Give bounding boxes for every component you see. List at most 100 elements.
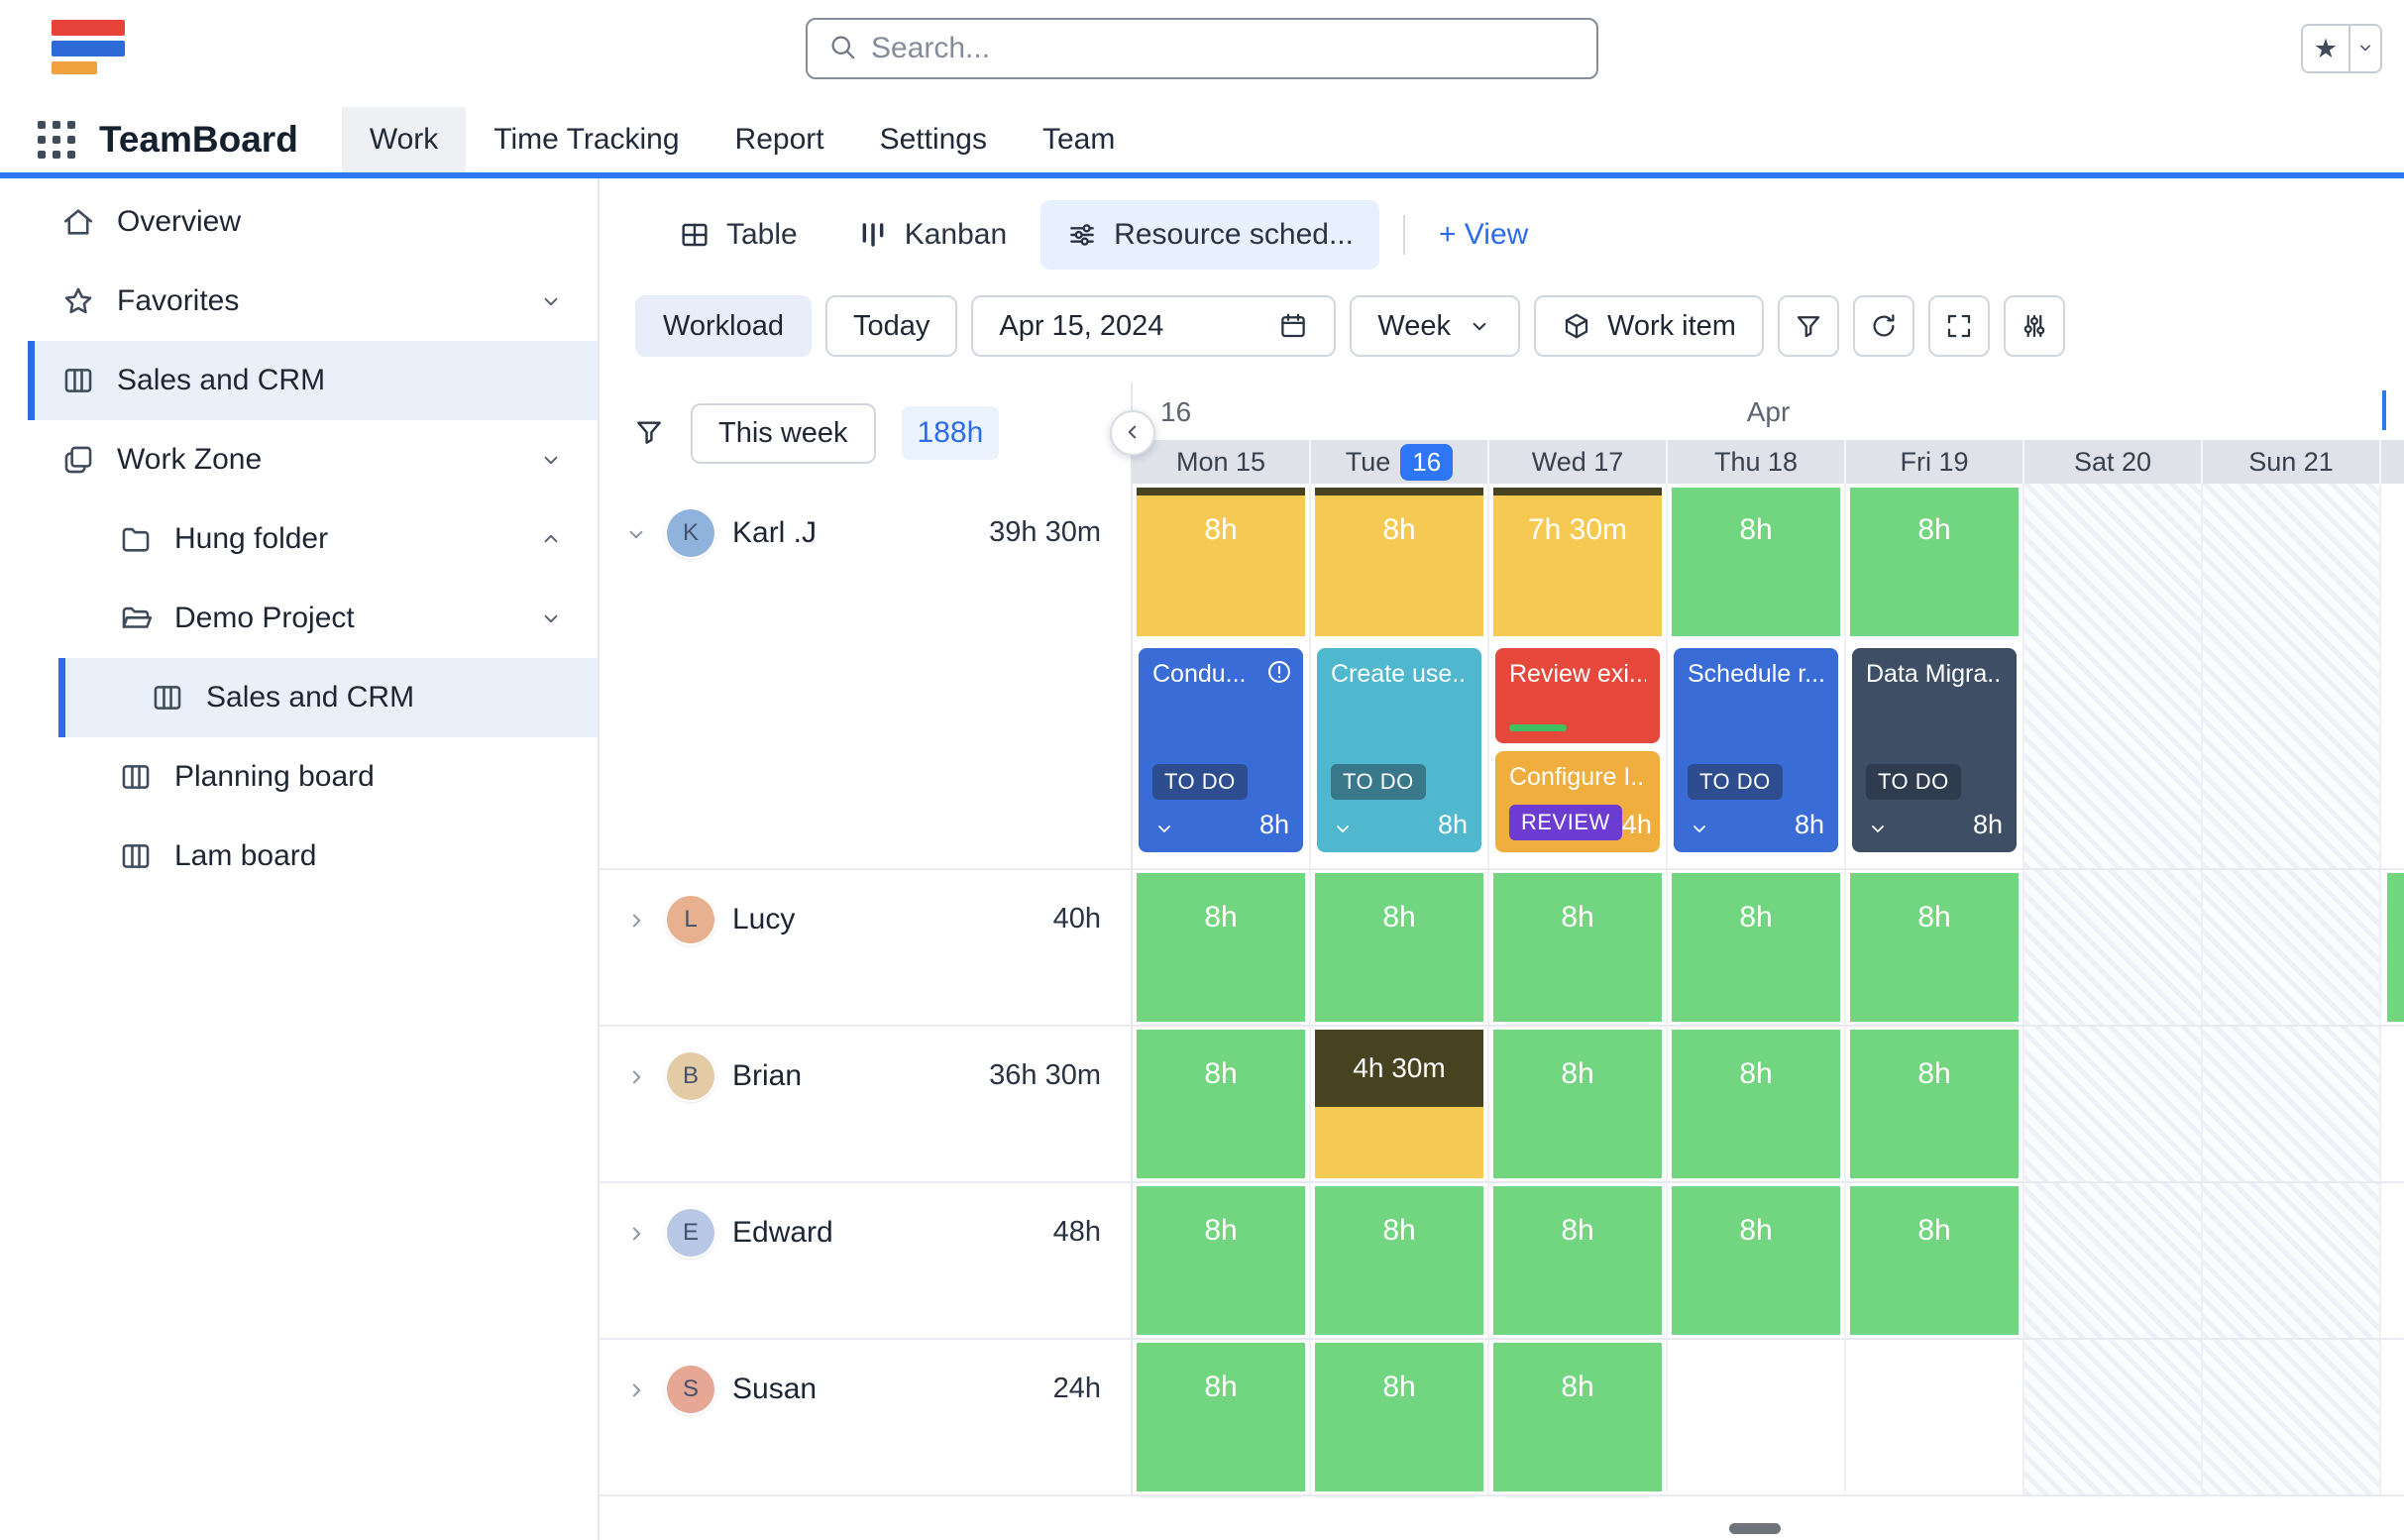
- day-cell-sat: [2024, 870, 2203, 1025]
- workload-bar[interactable]: 8h: [1493, 1343, 1662, 1491]
- calendar-icon: [1278, 311, 1308, 341]
- status-badge: TO DO: [1152, 764, 1248, 800]
- timeline-edge-marker: [2382, 390, 2386, 430]
- chevron-down-icon[interactable]: [1688, 817, 1711, 840]
- work-item-button[interactable]: Work item: [1534, 295, 1764, 357]
- workload-bar[interactable]: 8h: [1672, 873, 1840, 1022]
- nav-tab-report[interactable]: Report: [708, 107, 852, 172]
- view-tab-resource-sched[interactable]: Resource sched...: [1040, 200, 1379, 270]
- sidebar-item-sales-and-crm[interactable]: Sales and CRM: [58, 658, 598, 737]
- resource-row-edward: EEdward48h8h8h8h8h8h: [600, 1183, 2404, 1340]
- workload-bar[interactable]: 8h: [1493, 873, 1662, 1022]
- workload-bar[interactable]: 8h: [1137, 873, 1305, 1022]
- chevron-down-icon[interactable]: [1866, 817, 1890, 840]
- sidebar-item-sales-and-crm[interactable]: Sales and CRM: [28, 341, 598, 420]
- expand-row-chevron[interactable]: [623, 908, 649, 934]
- task-card[interactable]: Create use...TO DO8h: [1317, 648, 1481, 852]
- search-box: [806, 18, 1598, 79]
- workload-bar[interactable]: 8h: [1850, 1186, 2019, 1335]
- workload-bar[interactable]: 8h: [1315, 873, 1483, 1022]
- workload-bar[interactable]: 8h: [1493, 1186, 1662, 1335]
- workload-button[interactable]: Workload: [635, 295, 812, 357]
- fullscreen-button[interactable]: [1928, 295, 1990, 357]
- sidebar-item-favorites[interactable]: Favorites: [0, 262, 598, 341]
- bottom-scroll-area: [600, 1496, 2404, 1540]
- workload-bar[interactable]: 8h: [1850, 1030, 2019, 1178]
- range-select[interactable]: Week: [1350, 295, 1520, 357]
- panel-filter-button[interactable]: [633, 416, 665, 451]
- workload-bar[interactable]: 8h: [1315, 1343, 1483, 1491]
- workload-bar[interactable]: 8h: [1493, 1030, 1662, 1178]
- workload-bar[interactable]: 8h: [1137, 1186, 1305, 1335]
- task-hours: 8h: [1973, 810, 2003, 840]
- favorite-star-button[interactable]: ★: [2303, 26, 2350, 71]
- day-cell-mon: 8h: [1133, 1027, 1311, 1181]
- view-tab-label: Kanban: [905, 218, 1007, 252]
- filter-button[interactable]: [1778, 295, 1839, 357]
- chevron-down-icon[interactable]: [1331, 817, 1355, 840]
- day-cell-thu: 8h: [1668, 870, 1846, 1025]
- sidebar-item-demo-project[interactable]: Demo Project: [0, 579, 598, 658]
- nav-tab-time-tracking[interactable]: Time Tracking: [466, 107, 707, 172]
- chevron-down-icon[interactable]: [538, 605, 564, 631]
- month-label: Apr: [1747, 396, 1791, 428]
- workload-bar[interactable]: 8h: [1315, 1186, 1483, 1335]
- today-badge: 16: [1400, 444, 1453, 481]
- chevron-down-icon[interactable]: [538, 447, 564, 473]
- expand-row-chevron[interactable]: [623, 1064, 649, 1090]
- day-cell-mon: 8h: [1133, 1183, 1311, 1338]
- settings-button[interactable]: [2004, 295, 2065, 357]
- view-tab-kanban[interactable]: Kanban: [831, 200, 1033, 270]
- workload-bar[interactable]: 8h: [1850, 488, 2019, 636]
- task-hours: 8h: [1259, 810, 1289, 840]
- workload-bar[interactable]: 8h: [1850, 873, 2019, 1022]
- chevron-down-icon[interactable]: [1152, 817, 1176, 840]
- day-cell-tue: 8hCreate use...TO DO8h: [1311, 484, 1489, 868]
- sidebar-item-lam-board[interactable]: Lam board: [0, 817, 598, 896]
- day-cell-sat: [2024, 1183, 2203, 1338]
- workload-bar[interactable]: 8h: [1137, 1030, 1305, 1178]
- favorite-caret-button[interactable]: [2350, 26, 2380, 71]
- refresh-button[interactable]: [1853, 295, 1914, 357]
- add-view-button[interactable]: + View: [1429, 218, 1538, 252]
- sidebar-item-work-zone[interactable]: Work Zone: [0, 420, 598, 499]
- nav-tab-settings[interactable]: Settings: [852, 107, 1015, 172]
- nav-tab-work[interactable]: Work: [342, 107, 466, 172]
- task-card[interactable]: Schedule r...TO DO8h: [1674, 648, 1838, 852]
- workload-bar[interactable]: 8h: [1137, 1343, 1305, 1491]
- collapse-row-chevron[interactable]: [623, 521, 649, 547]
- sidebar-item-overview[interactable]: Overview: [0, 182, 598, 262]
- workload-bar[interactable]: 8h: [1315, 488, 1483, 636]
- collapse-panel-button[interactable]: [1110, 410, 1155, 456]
- date-picker[interactable]: Apr 15, 2024: [971, 295, 1336, 357]
- task-card[interactable]: Condu...TO DO8h: [1139, 648, 1303, 852]
- workload-hours: 8h: [1917, 901, 1950, 935]
- apps-grid-button[interactable]: [30, 113, 83, 166]
- task-card[interactable]: Configure I...REVIEW4h: [1495, 751, 1660, 852]
- search-input[interactable]: [871, 32, 1577, 65]
- chevron-down-icon[interactable]: [538, 288, 564, 314]
- chevron-up-icon[interactable]: [538, 526, 564, 552]
- view-tab-table[interactable]: Table: [653, 200, 823, 270]
- workload-bar-split[interactable]: 4h 30m: [1315, 1030, 1483, 1178]
- week-filter-chip[interactable]: This week: [691, 403, 876, 464]
- workload-bar[interactable]: 7h 30m: [1493, 488, 1662, 636]
- task-card[interactable]: Data Migra...TO DO8h: [1852, 648, 2017, 852]
- sidebar-item-planning-board[interactable]: Planning board: [0, 737, 598, 817]
- nav-tab-team[interactable]: Team: [1015, 107, 1143, 172]
- workload-bar[interactable]: 8h: [1672, 1186, 1840, 1335]
- task-card[interactable]: Review exi...: [1495, 648, 1660, 743]
- overload-strip: [1493, 488, 1662, 495]
- workload-bar[interactable]: 8h: [1137, 488, 1305, 636]
- horizontal-scrollbar-thumb[interactable]: [1729, 1523, 1781, 1534]
- workload-hours: 8h: [1917, 513, 1950, 547]
- fullscreen-icon: [1944, 311, 1974, 341]
- expand-row-chevron[interactable]: [623, 1221, 649, 1247]
- workload-bar[interactable]: 8h: [1672, 1030, 1840, 1178]
- today-button[interactable]: Today: [825, 295, 957, 357]
- chevron-down-icon: [1467, 313, 1492, 339]
- star-icon: ★: [2314, 34, 2338, 64]
- workload-bar[interactable]: 8h: [1672, 488, 1840, 636]
- sidebar-item-hung-folder[interactable]: Hung folder: [0, 499, 598, 579]
- expand-row-chevron[interactable]: [623, 1377, 649, 1403]
